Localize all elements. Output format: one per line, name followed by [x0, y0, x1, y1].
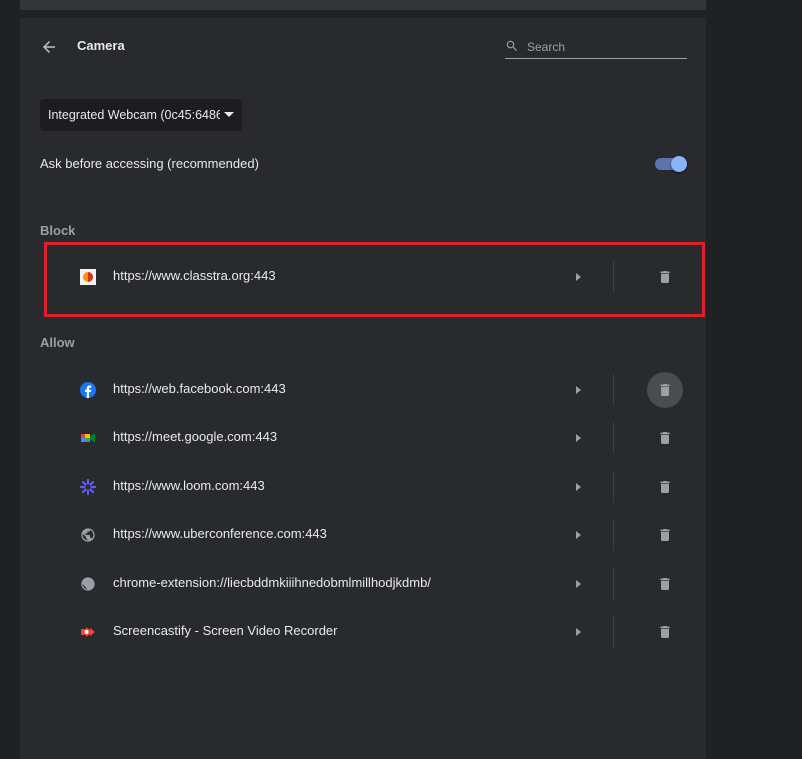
top-band	[20, 0, 706, 10]
site-name: Screencastify - Screen Video Recorder	[113, 623, 338, 638]
open-site-details-arrow-icon[interactable]	[576, 531, 581, 539]
classtra-icon	[80, 269, 96, 285]
screencastify-icon	[80, 624, 96, 640]
site-url: chrome-extension://liecbddmkiiihnedobmlm…	[113, 575, 431, 590]
page-title: Camera	[77, 38, 125, 53]
back-button[interactable]	[38, 36, 60, 58]
site-url: https://www.uberconference.com:443	[113, 526, 327, 541]
ask-before-accessing-label: Ask before accessing (recommended)	[40, 156, 259, 171]
site-row-allowed-uberconference[interactable]: https://www.uberconference.com:443	[60, 511, 690, 559]
delete-button[interactable]	[647, 420, 683, 456]
globe-icon	[80, 527, 96, 543]
ask-before-accessing-toggle[interactable]	[655, 156, 687, 172]
site-row-allowed-facebook[interactable]: https://web.facebook.com:443	[60, 366, 690, 414]
google-meet-icon	[80, 430, 96, 446]
search-icon	[506, 40, 517, 51]
site-url: https://www.classtra.org:443	[113, 268, 276, 283]
delete-button[interactable]	[647, 566, 683, 602]
row-divider	[613, 519, 614, 551]
open-site-details-arrow-icon[interactable]	[576, 483, 581, 491]
trash-icon	[660, 481, 670, 493]
open-site-details-arrow-icon[interactable]	[576, 386, 581, 394]
site-row-blocked-classtra[interactable]: https://www.classtra.org:443	[60, 253, 690, 301]
search-input[interactable]	[525, 36, 687, 58]
camera-device-select[interactable]: Integrated Webcam (0c45:6486)	[40, 99, 242, 131]
delete-button[interactable]	[647, 517, 683, 553]
open-site-details-arrow-icon[interactable]	[576, 434, 581, 442]
row-divider	[613, 422, 614, 454]
camera-device-value: Integrated Webcam (0c45:6486)	[48, 108, 220, 122]
site-url: https://web.facebook.com:443	[113, 381, 286, 396]
row-divider	[613, 374, 614, 406]
facebook-icon	[80, 382, 96, 398]
trash-icon	[660, 626, 670, 638]
site-row-allowed-google-meet[interactable]: https://meet.google.com:443	[60, 414, 690, 462]
site-row-allowed-loom[interactable]: https://www.loom.com:443	[60, 463, 690, 511]
delete-button[interactable]	[647, 259, 683, 295]
delete-button[interactable]	[647, 372, 683, 408]
open-site-details-arrow-icon[interactable]	[576, 273, 581, 281]
row-divider	[613, 616, 614, 648]
site-url: https://meet.google.com:443	[113, 429, 278, 444]
row-divider	[613, 568, 614, 600]
site-row-allowed-chrome-extension[interactable]: chrome-extension://liecbddmkiiihnedobmlm…	[60, 560, 690, 608]
row-divider	[613, 471, 614, 503]
trash-icon	[660, 578, 670, 590]
globe-icon	[80, 576, 96, 592]
arrow-back-icon	[43, 41, 55, 53]
trash-icon	[660, 384, 670, 396]
open-site-details-arrow-icon[interactable]	[576, 580, 581, 588]
open-site-details-arrow-icon[interactable]	[576, 628, 581, 636]
row-divider	[613, 261, 614, 293]
allow-section-heading: Allow	[40, 335, 75, 350]
dropdown-caret-icon	[224, 112, 234, 117]
loom-icon	[80, 479, 96, 495]
toggle-knob	[671, 156, 687, 172]
trash-icon	[660, 529, 670, 541]
block-section-heading: Block	[40, 223, 76, 238]
trash-icon	[660, 271, 670, 283]
search-box[interactable]	[505, 36, 687, 59]
trash-icon	[660, 432, 670, 444]
delete-button[interactable]	[647, 614, 683, 650]
site-url: https://www.loom.com:443	[113, 478, 265, 493]
delete-button[interactable]	[647, 469, 683, 505]
site-row-allowed-screencastify[interactable]: Screencastify - Screen Video Recorder	[60, 608, 690, 656]
